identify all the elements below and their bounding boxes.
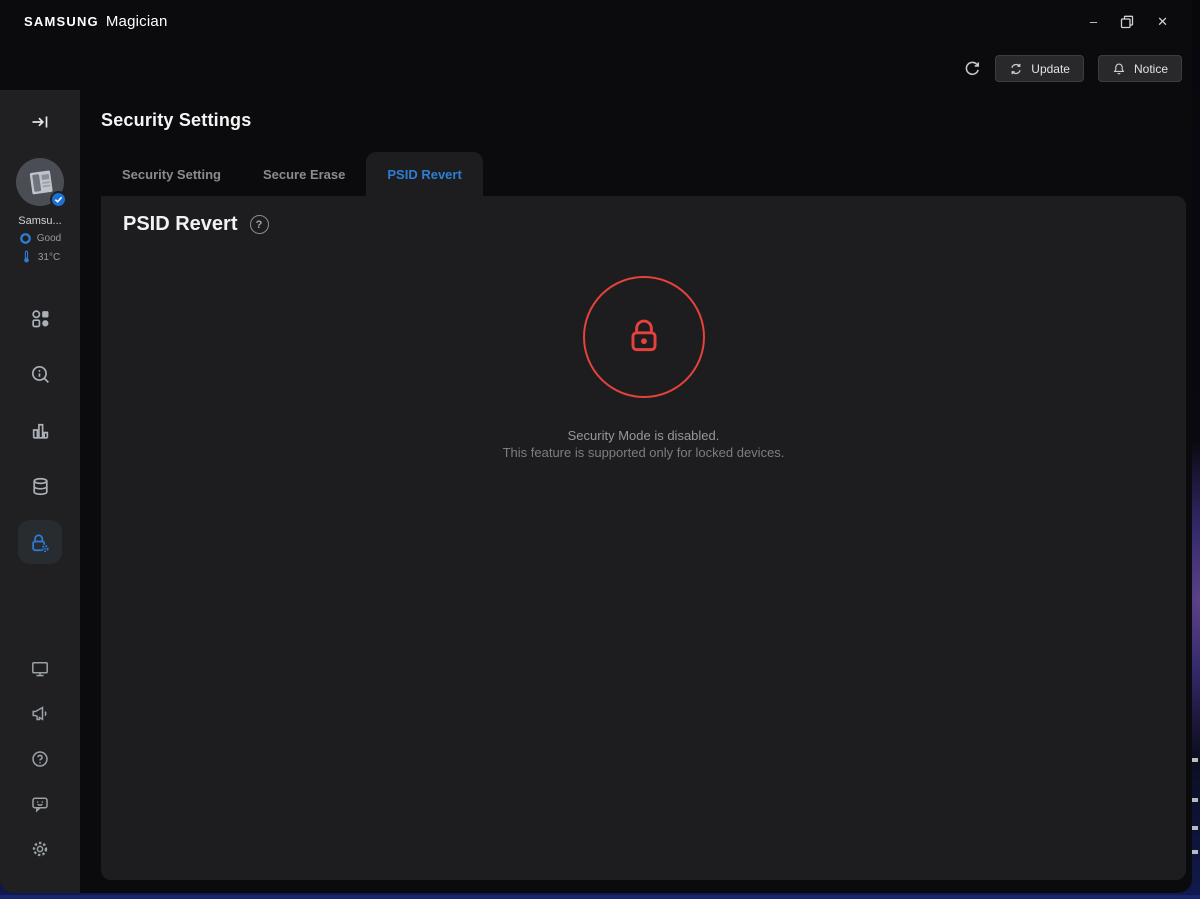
security-disabled-ring	[583, 276, 705, 398]
status-message-line2: This feature is supported only for locke…	[503, 444, 785, 461]
close-icon: ✕	[1157, 13, 1168, 31]
update-button[interactable]: Update	[995, 55, 1084, 82]
main-area: Security Settings Security Setting Secur…	[80, 90, 1192, 893]
tab-secure-erase[interactable]: Secure Erase	[242, 152, 366, 196]
lock-gear-icon	[29, 531, 51, 553]
page-title: Security Settings	[101, 110, 251, 131]
help-glyph: ?	[256, 219, 263, 231]
sidebar-item-system-compatibility[interactable]	[18, 647, 62, 691]
tab-psid-revert[interactable]: PSID Revert	[366, 152, 482, 196]
drive-temperature: 31°C	[20, 250, 60, 264]
dashboard-icon	[30, 308, 51, 329]
minimize-button[interactable]: –	[1090, 13, 1097, 31]
close-button[interactable]: ✕	[1157, 13, 1168, 31]
sidebar-item-help[interactable]	[18, 737, 62, 781]
sidebar-item-app-settings[interactable]	[18, 827, 62, 871]
brand-logo: SAMSUNG	[24, 14, 99, 29]
database-icon	[30, 476, 51, 497]
drive-temperature-value: 31°C	[38, 252, 60, 263]
minimize-icon: –	[1090, 13, 1097, 31]
sidebar: Samsu... Good 31°C	[0, 90, 80, 893]
status-message: Security Mode is disabled. This feature …	[503, 427, 785, 461]
notice-button[interactable]: Notice	[1098, 55, 1182, 82]
sidebar-bottom-nav	[18, 647, 62, 871]
megaphone-icon	[30, 704, 50, 724]
panel-title: PSID Revert	[123, 213, 238, 236]
restore-button[interactable]	[1120, 13, 1134, 31]
lock-icon	[623, 316, 665, 358]
drive-health-label: Good	[37, 233, 61, 244]
sidebar-expand-button[interactable]	[30, 113, 50, 131]
desktop-edge	[0, 895, 1200, 899]
drive-selected-check-icon	[50, 191, 67, 208]
status-message-line1: Security Mode is disabled.	[503, 427, 785, 444]
app-window: SAMSUNG Magician – ✕ Update	[0, 0, 1192, 893]
sidebar-item-performance-benchmark[interactable]	[18, 408, 62, 452]
drive-name: Samsu...	[18, 215, 61, 227]
psid-revert-panel: PSID Revert ? Security Mode is disabled.…	[101, 196, 1186, 880]
bell-icon	[1112, 62, 1126, 76]
help-icon[interactable]: ?	[250, 215, 269, 234]
health-ring-icon	[19, 232, 32, 245]
tab-bar: Security Setting Secure Erase PSID Rever…	[101, 152, 483, 196]
drive-health: Good	[19, 232, 61, 245]
monitor-icon	[30, 659, 50, 679]
sidebar-item-dashboard[interactable]	[18, 296, 62, 340]
sidebar-item-security-settings[interactable]	[18, 520, 62, 564]
sidebar-item-announcements[interactable]	[18, 692, 62, 736]
restore-icon	[1120, 15, 1134, 29]
feedback-chat-icon	[30, 794, 50, 814]
help-circle-icon	[30, 749, 50, 769]
thermometer-icon	[20, 250, 33, 264]
tab-security-setting[interactable]: Security Setting	[101, 152, 242, 196]
refresh-button[interactable]	[964, 60, 981, 77]
sidebar-item-drive-details[interactable]	[18, 352, 62, 396]
toolbar: Update Notice	[964, 55, 1182, 82]
disabled-state: Security Mode is disabled. This feature …	[101, 276, 1186, 461]
drive-selector[interactable]	[16, 158, 64, 206]
drive-info-search-icon	[30, 364, 51, 385]
refresh-icon	[964, 60, 981, 77]
panel-header: PSID Revert ?	[123, 213, 269, 236]
app-name: Magician	[106, 13, 168, 30]
notice-button-label: Notice	[1134, 62, 1168, 76]
expand-arrow-icon	[30, 113, 50, 131]
app-logo: SAMSUNG Magician	[24, 13, 168, 30]
window-controls: – ✕	[1090, 13, 1168, 31]
sidebar-item-data-management[interactable]	[18, 464, 62, 508]
update-button-label: Update	[1031, 62, 1070, 76]
gear-icon	[30, 839, 50, 859]
desktop-wallpaper-fragment	[1192, 758, 1198, 762]
update-sync-icon	[1009, 62, 1023, 76]
bar-chart-icon	[30, 420, 51, 441]
sidebar-nav	[18, 296, 62, 564]
sidebar-item-feedback[interactable]	[18, 782, 62, 826]
